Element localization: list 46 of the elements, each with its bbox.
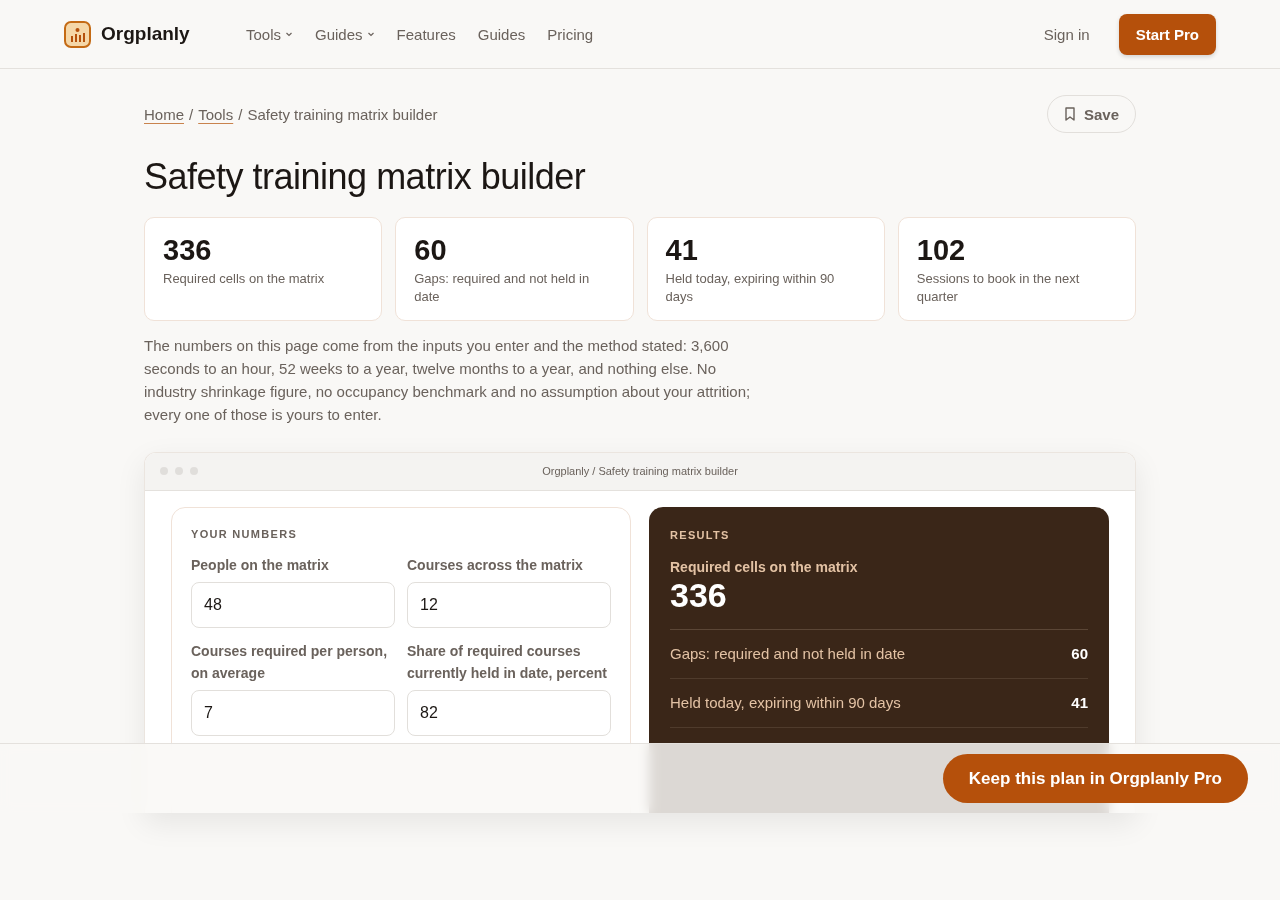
number-field[interactable]: 7 xyxy=(191,689,395,736)
result-value: 60 xyxy=(1071,645,1088,663)
nav-link[interactable]: Guides xyxy=(477,25,526,43)
caret-icon xyxy=(285,30,294,38)
breadcrumb-separator: / xyxy=(238,105,243,123)
stat-label: Required cells on the matrix xyxy=(163,269,326,288)
result-value: 336 xyxy=(670,574,1088,630)
breadcrumb-separator: / xyxy=(189,105,194,123)
breadcrumb-link[interactable]: Tools xyxy=(198,105,234,123)
stat-value: 102 xyxy=(916,233,967,266)
window-title: Orgplanly / Safety training matrix builder xyxy=(542,465,738,478)
section-heading: RESULTS xyxy=(670,528,731,541)
nav-link[interactable]: Tools xyxy=(246,25,294,43)
caret-icon xyxy=(366,30,375,38)
sign-in-link[interactable]: Sign in xyxy=(1037,24,1096,44)
logo-icon xyxy=(64,20,91,48)
stat-label: Held today, expiring within 90 days xyxy=(665,269,836,306)
field-label: Share of required courses currently held in date, percent xyxy=(407,641,608,683)
breadcrumb-link[interactable]: Home xyxy=(144,105,184,123)
number-field[interactable]: 82 xyxy=(407,689,611,736)
field-label: Courses across the matrix xyxy=(407,555,584,575)
result-label: Required cells on the matrix xyxy=(670,558,859,575)
save-button[interactable]: Save xyxy=(1046,95,1136,133)
nav-link[interactable]: Guides xyxy=(315,25,375,43)
keep-plan-button[interactable]: Keep this plan in Orgplanly Pro xyxy=(942,754,1248,803)
nav-link[interactable]: Pricing xyxy=(547,25,594,43)
field-label: People on the matrix xyxy=(191,555,330,575)
breadcrumb-current: Safety training matrix builder xyxy=(247,105,438,123)
field-label: Courses required per person, on average xyxy=(191,641,389,683)
stat-value: 336 xyxy=(163,233,213,266)
bookmark-icon xyxy=(1063,107,1076,121)
start-pro-button[interactable]: Start Pro xyxy=(1118,13,1216,55)
result-label: Gaps: required and not held in date xyxy=(670,645,906,663)
result-label: Held today, expiring within 90 days xyxy=(670,694,901,712)
number-field[interactable]: 12 xyxy=(407,581,611,628)
intro-paragraph: The numbers on this page come from the inputs you enter and the method stated: 3,600 seconds to an hour, 52 weeks to a year, twelve months to a year, and nothing else. No industry shrinkage figure, no occupancy benchmark and no assumption about your attrition; every one of those is yours to enter. xyxy=(144,335,752,425)
section-heading: YOUR NUMBERS xyxy=(191,527,299,540)
brand-name[interactable]: Orgplanly xyxy=(101,23,190,45)
page-title: Safety training matrix builder xyxy=(144,157,587,197)
result-value: 41 xyxy=(1071,694,1088,712)
stat-label: Sessions to book in the next quarter xyxy=(916,269,1081,306)
stat-value: 60 xyxy=(414,233,448,266)
nav-link[interactable]: Features xyxy=(396,25,456,43)
number-field[interactable]: 48 xyxy=(191,581,395,628)
stat-value: 41 xyxy=(665,233,699,266)
stat-label: Gaps: required and not held in date xyxy=(414,269,591,306)
